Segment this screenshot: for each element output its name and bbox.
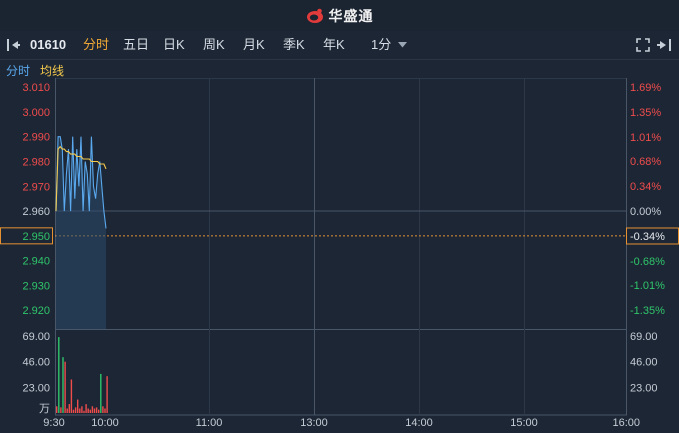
pct-tick-label: 1.01% — [630, 132, 661, 144]
pct-tick-label: 0.34% — [630, 181, 661, 193]
volume-tick-label: 46.00 — [22, 357, 50, 369]
volume-bar — [93, 408, 96, 413]
volume-bar — [72, 409, 75, 413]
expand-right-icon[interactable] — [656, 38, 672, 52]
tab-monthly-k[interactable]: 月K — [243, 37, 265, 53]
volume-tick-label: 23.00 — [22, 382, 50, 394]
volume-bar — [102, 406, 104, 413]
volume-bar — [68, 404, 70, 413]
tab-weekly-k[interactable]: 周K — [203, 37, 225, 53]
time-tick-label: 16:00 — [612, 417, 640, 429]
intraday-chart[interactable]: 3.010 3.000 2.990 2.980 2.970 2.960 2.950 2.940… — [0, 78, 679, 433]
stock-code[interactable]: 01610 — [30, 37, 66, 53]
price-tick-label: 2.930 — [22, 280, 50, 292]
interval-dropdown[interactable]: 1分 — [371, 37, 391, 53]
price-area — [56, 136, 106, 329]
volume-bar — [64, 361, 66, 413]
pct-tick-label: -1.35% — [630, 305, 665, 317]
pct-tick-label: 0.68% — [630, 156, 661, 168]
price-tick-label: 2.940 — [22, 256, 50, 268]
indicator-bar: 分时 均线 — [0, 60, 679, 78]
volume-bar — [100, 373, 102, 413]
volume-tick-label-right: 23.00 — [630, 382, 658, 394]
chart-toolbar: 01610 分时 五日 日K 周K 月K 季K 年K 1分 — [0, 31, 679, 60]
volume-bar — [98, 409, 100, 413]
volume-bar — [74, 407, 77, 413]
volume-bar — [95, 407, 98, 413]
volume-bar — [104, 408, 106, 413]
price-tick-label: 2.990 — [22, 132, 50, 144]
pct-tick-label: -0.68% — [630, 256, 665, 268]
price-area-fill — [56, 136, 106, 329]
title-bar: 华盛通 — [0, 0, 679, 32]
volume-bar — [81, 406, 83, 413]
volume-bar — [106, 376, 108, 413]
price-tick-label: 3.010 — [22, 82, 50, 94]
tab-yearly-k[interactable]: 年K — [323, 37, 345, 53]
price-tick-label: 2.950 — [22, 231, 50, 243]
brand-name: 华盛通 — [328, 7, 374, 24]
chart-grid — [55, 78, 627, 416]
tab-five-day[interactable]: 五日 — [123, 37, 149, 53]
price-tick-label: 2.960 — [22, 206, 50, 218]
volume-bar — [60, 407, 62, 413]
volume-bar — [85, 404, 87, 413]
volume-bars — [56, 337, 108, 413]
time-tick-label: 15:00 — [510, 417, 538, 429]
pct-tick-label: 1.35% — [630, 107, 661, 119]
time-tick-label: 10:00 — [91, 417, 119, 429]
ma-legend-label[interactable]: 均线 — [40, 62, 64, 79]
volume-bar — [56, 406, 58, 413]
volume-bar — [87, 408, 89, 413]
volume-bar — [66, 408, 68, 413]
brand-logo-icon — [306, 8, 323, 23]
tab-quarterly-k[interactable]: 季K — [283, 37, 305, 53]
price-tick-label: 2.980 — [22, 157, 50, 169]
volume-unit-label: 万 — [39, 403, 50, 415]
tab-daily-k[interactable]: 日K — [163, 37, 185, 53]
price-tick-label: 2.970 — [22, 181, 50, 193]
app-logo: 华盛通 — [0, 0, 679, 31]
tab-intraday[interactable]: 分时 — [83, 37, 109, 53]
fullscreen-icon[interactable] — [636, 38, 650, 52]
time-tick-label: 13:00 — [300, 417, 328, 429]
time-tick-label: 14:00 — [405, 417, 433, 429]
volume-bar — [79, 408, 81, 413]
volume-tick-label-right: 46.00 — [630, 357, 658, 369]
volume-bar — [77, 399, 79, 413]
pct-tick-label: -0.34% — [630, 231, 665, 243]
time-tick-label: 11:00 — [196, 417, 223, 429]
volume-bar — [83, 410, 85, 413]
collapse-left-icon[interactable] — [6, 38, 22, 52]
pct-tick-label: -1.01% — [630, 280, 665, 292]
pct-tick-label: 0.00% — [630, 206, 661, 218]
volume-bar — [91, 406, 94, 413]
price-tick-label: 2.920 — [22, 305, 50, 317]
volume-tick-label-right: 69.00 — [630, 331, 658, 343]
volume-tick-label: 69.00 — [22, 331, 50, 343]
volume-bar — [70, 379, 73, 413]
volume-bar — [89, 409, 91, 413]
time-tick-label: 9:30 — [43, 417, 64, 429]
volume-bar — [58, 337, 60, 413]
chevron-down-icon[interactable] — [398, 42, 407, 48]
volume-bar — [62, 357, 64, 413]
pct-tick-label: 1.69% — [630, 82, 661, 94]
mode-label: 分时 — [6, 64, 31, 78]
price-tick-label: 3.000 — [22, 107, 50, 119]
